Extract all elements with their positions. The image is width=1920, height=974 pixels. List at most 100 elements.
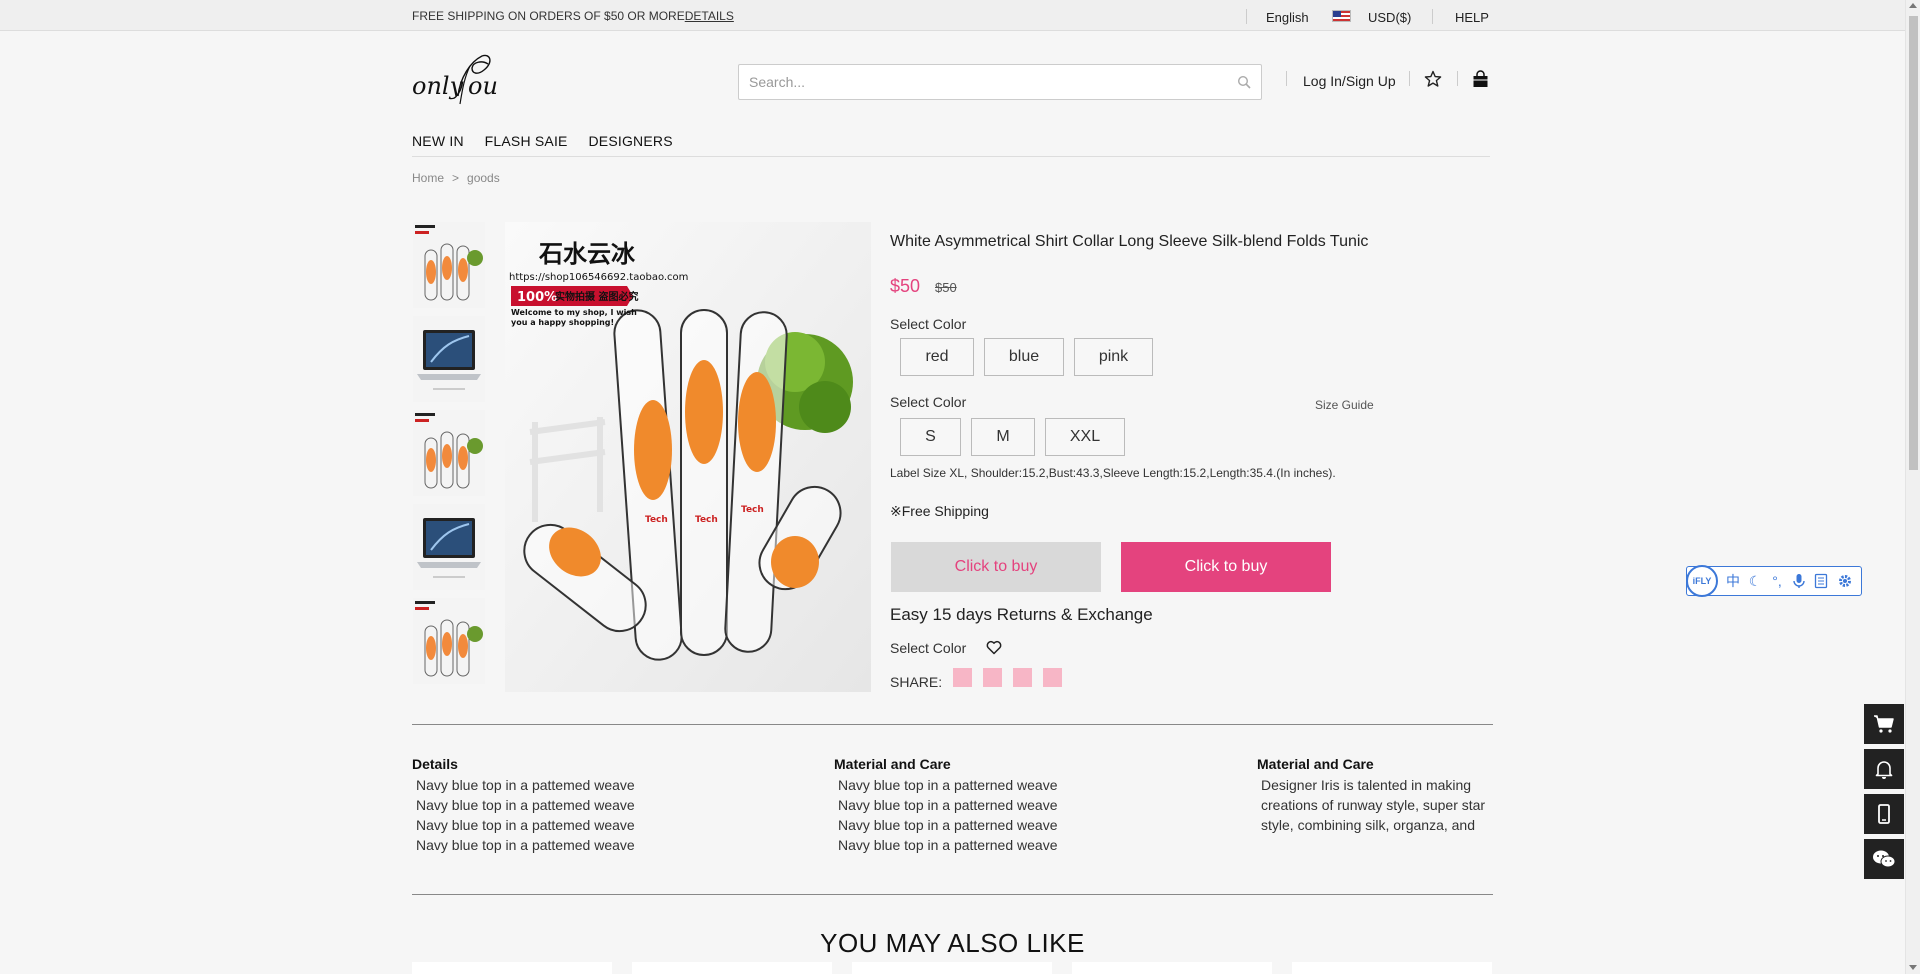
color-option-pink[interactable]: pink (1074, 338, 1153, 376)
divider (412, 724, 1493, 725)
share-email-icon[interactable] (1043, 668, 1062, 687)
image-shop-url: https://shop106546692.taobao.com (509, 272, 688, 283)
recommendation-card[interactable] (412, 962, 612, 974)
color-label: Select Color (890, 316, 967, 332)
share-label: SHARE: (890, 674, 943, 690)
size-option-m[interactable]: M (971, 418, 1035, 456)
recommendation-card[interactable] (852, 962, 1052, 974)
share-twitter-icon[interactable] (983, 668, 1002, 687)
details-line: Navy blue top in a pattemed weave (416, 837, 635, 853)
recommendation-card[interactable] (1292, 962, 1492, 974)
punctuation-icon[interactable]: °, (1769, 573, 1785, 589)
size-option-xxl[interactable]: XXL (1045, 418, 1125, 456)
details-list: Navy blue top in a pattemed weave Navy b… (416, 775, 635, 855)
material-care-line: Navy blue top in a patterned weave (838, 817, 1058, 833)
thumbnail-sponge-3[interactable] (413, 598, 485, 684)
material-care-line: Navy blue top in a patterned weave (838, 837, 1058, 853)
size-label: Select Color (890, 394, 967, 410)
recommendation-card[interactable] (1072, 962, 1272, 974)
bell-icon (1875, 761, 1893, 779)
buy-button-secondary[interactable]: Click to buy (891, 542, 1101, 592)
also-like-heading: YOU MAY ALSO LIKE (820, 928, 1085, 958)
divider (1286, 71, 1287, 86)
nav-flash-sale[interactable]: FLASH SAIE (485, 133, 568, 149)
thumbnail-laptop-1[interactable] (413, 316, 485, 402)
chinese-input-icon[interactable]: 中 (1725, 573, 1741, 589)
size-option-s[interactable]: S (900, 418, 961, 456)
buy-button-primary[interactable]: Click to buy (1121, 542, 1331, 592)
designer-line: style, combining silk, organza, and (1261, 817, 1475, 833)
main-product-image[interactable]: Tech Tech Tech 石水云冰 https://shop10654669… (505, 222, 871, 692)
top-bar: FREE SHIPPING ON ORDERS OF $50 OR MOREDE… (0, 0, 1905, 31)
mobile-phone-icon (1878, 804, 1890, 824)
floating-wechat-button[interactable] (1864, 839, 1904, 879)
settings-gear-icon[interactable] (1837, 573, 1853, 589)
thumbnail-sponge-2[interactable] (413, 410, 485, 496)
thumbnail-sponge-1[interactable] (413, 222, 485, 308)
size-guide-link[interactable]: Size Guide (1315, 398, 1374, 412)
help-link[interactable]: HELP (1455, 10, 1489, 25)
size-note: Label Size XL, Shoulder:15.2,Bust:43.3,S… (890, 466, 1336, 480)
details-heading: Details (412, 756, 458, 772)
ifly-toolbar: iFLY 中 ☾ °, (1686, 565, 1862, 597)
ifly-logo[interactable]: iFLY (1686, 565, 1718, 597)
floating-notification-button[interactable] (1864, 749, 1904, 789)
divider (1432, 9, 1433, 24)
scroll-up-arrow-icon[interactable] (1909, 3, 1917, 8)
cart-icon (1874, 715, 1894, 733)
svg-text:ou: ou (468, 72, 498, 100)
image-welcome-text: Welcome to my shop, I wish you a happy s… (511, 308, 637, 327)
search-input[interactable] (739, 65, 1219, 99)
svg-text:only: only (412, 72, 464, 100)
designer-heading: Material and Care (1257, 756, 1374, 772)
details-line: Navy blue top in a pattemed weave (416, 777, 635, 793)
main-nav: NEW IN FLASH SAIE DESIGNERS (412, 133, 690, 149)
scrollbar-thumb[interactable] (1909, 16, 1918, 470)
shipping-details-link[interactable]: DETAILS (685, 9, 734, 23)
keyboard-icon[interactable] (1813, 573, 1829, 589)
tube-label: Tech (695, 515, 718, 525)
shipping-text: FREE SHIPPING ON ORDERS OF $50 OR MORE (412, 9, 685, 23)
wechat-icon (1873, 850, 1896, 868)
color-option-blue[interactable]: blue (984, 338, 1064, 376)
thumbnail-laptop-2[interactable] (413, 504, 485, 590)
login-signup-link[interactable]: Log In/Sign Up (1303, 73, 1396, 89)
search-icon[interactable] (1237, 75, 1251, 89)
details-line: Navy blue top in a pattemed weave (416, 817, 635, 833)
color-option-red[interactable]: red (900, 338, 974, 376)
scroll-down-arrow-icon[interactable] (1909, 965, 1917, 970)
recommendation-card[interactable] (632, 962, 832, 974)
breadcrumb-separator: > (452, 171, 460, 185)
details-line: Navy blue top in a pattemed weave (416, 797, 635, 813)
share-pinterest-icon[interactable] (1013, 668, 1032, 687)
star-icon[interactable] (1424, 70, 1442, 88)
floating-cart-button[interactable] (1864, 704, 1904, 744)
designer-line: creations of runway style, super star (1261, 797, 1486, 813)
product-price: $50 (890, 276, 921, 296)
material-care-list: Navy blue top in a patterned weave Navy … (838, 775, 1057, 855)
moon-icon[interactable]: ☾ (1747, 573, 1763, 589)
nav-designers[interactable]: DESIGNERS (588, 133, 672, 149)
returns-policy: Easy 15 days Returns & Exchange (890, 605, 1153, 624)
us-flag-icon (1332, 10, 1351, 22)
shipping-notice: FREE SHIPPING ON ORDERS OF $50 OR MOREDE… (412, 9, 734, 23)
nav-new-in[interactable]: NEW IN (412, 133, 464, 149)
image-shop-name: 石水云冰 (538, 240, 636, 268)
search-box (738, 64, 1262, 100)
language-selector[interactable]: English (1266, 10, 1309, 25)
currency-selector[interactable]: USD($) (1368, 10, 1411, 25)
site-logo[interactable]: only ou (410, 48, 520, 108)
microphone-icon[interactable] (1791, 573, 1807, 589)
divider (412, 156, 1490, 157)
share-facebook-icon[interactable] (953, 668, 972, 687)
breadcrumb-home[interactable]: Home (412, 171, 444, 185)
image-badge-text: 实物拍摄 盗图必究 (555, 290, 638, 303)
floating-mobile-button[interactable] (1864, 794, 1904, 834)
divider (412, 894, 1493, 895)
shopping-bag-icon[interactable] (1472, 70, 1489, 88)
heart-icon[interactable] (986, 640, 1002, 655)
tube-label: Tech (741, 505, 764, 515)
tube-label: Tech (645, 515, 668, 525)
breadcrumb-current[interactable]: goods (467, 171, 500, 185)
page-scrollbar[interactable] (1905, 0, 1920, 974)
